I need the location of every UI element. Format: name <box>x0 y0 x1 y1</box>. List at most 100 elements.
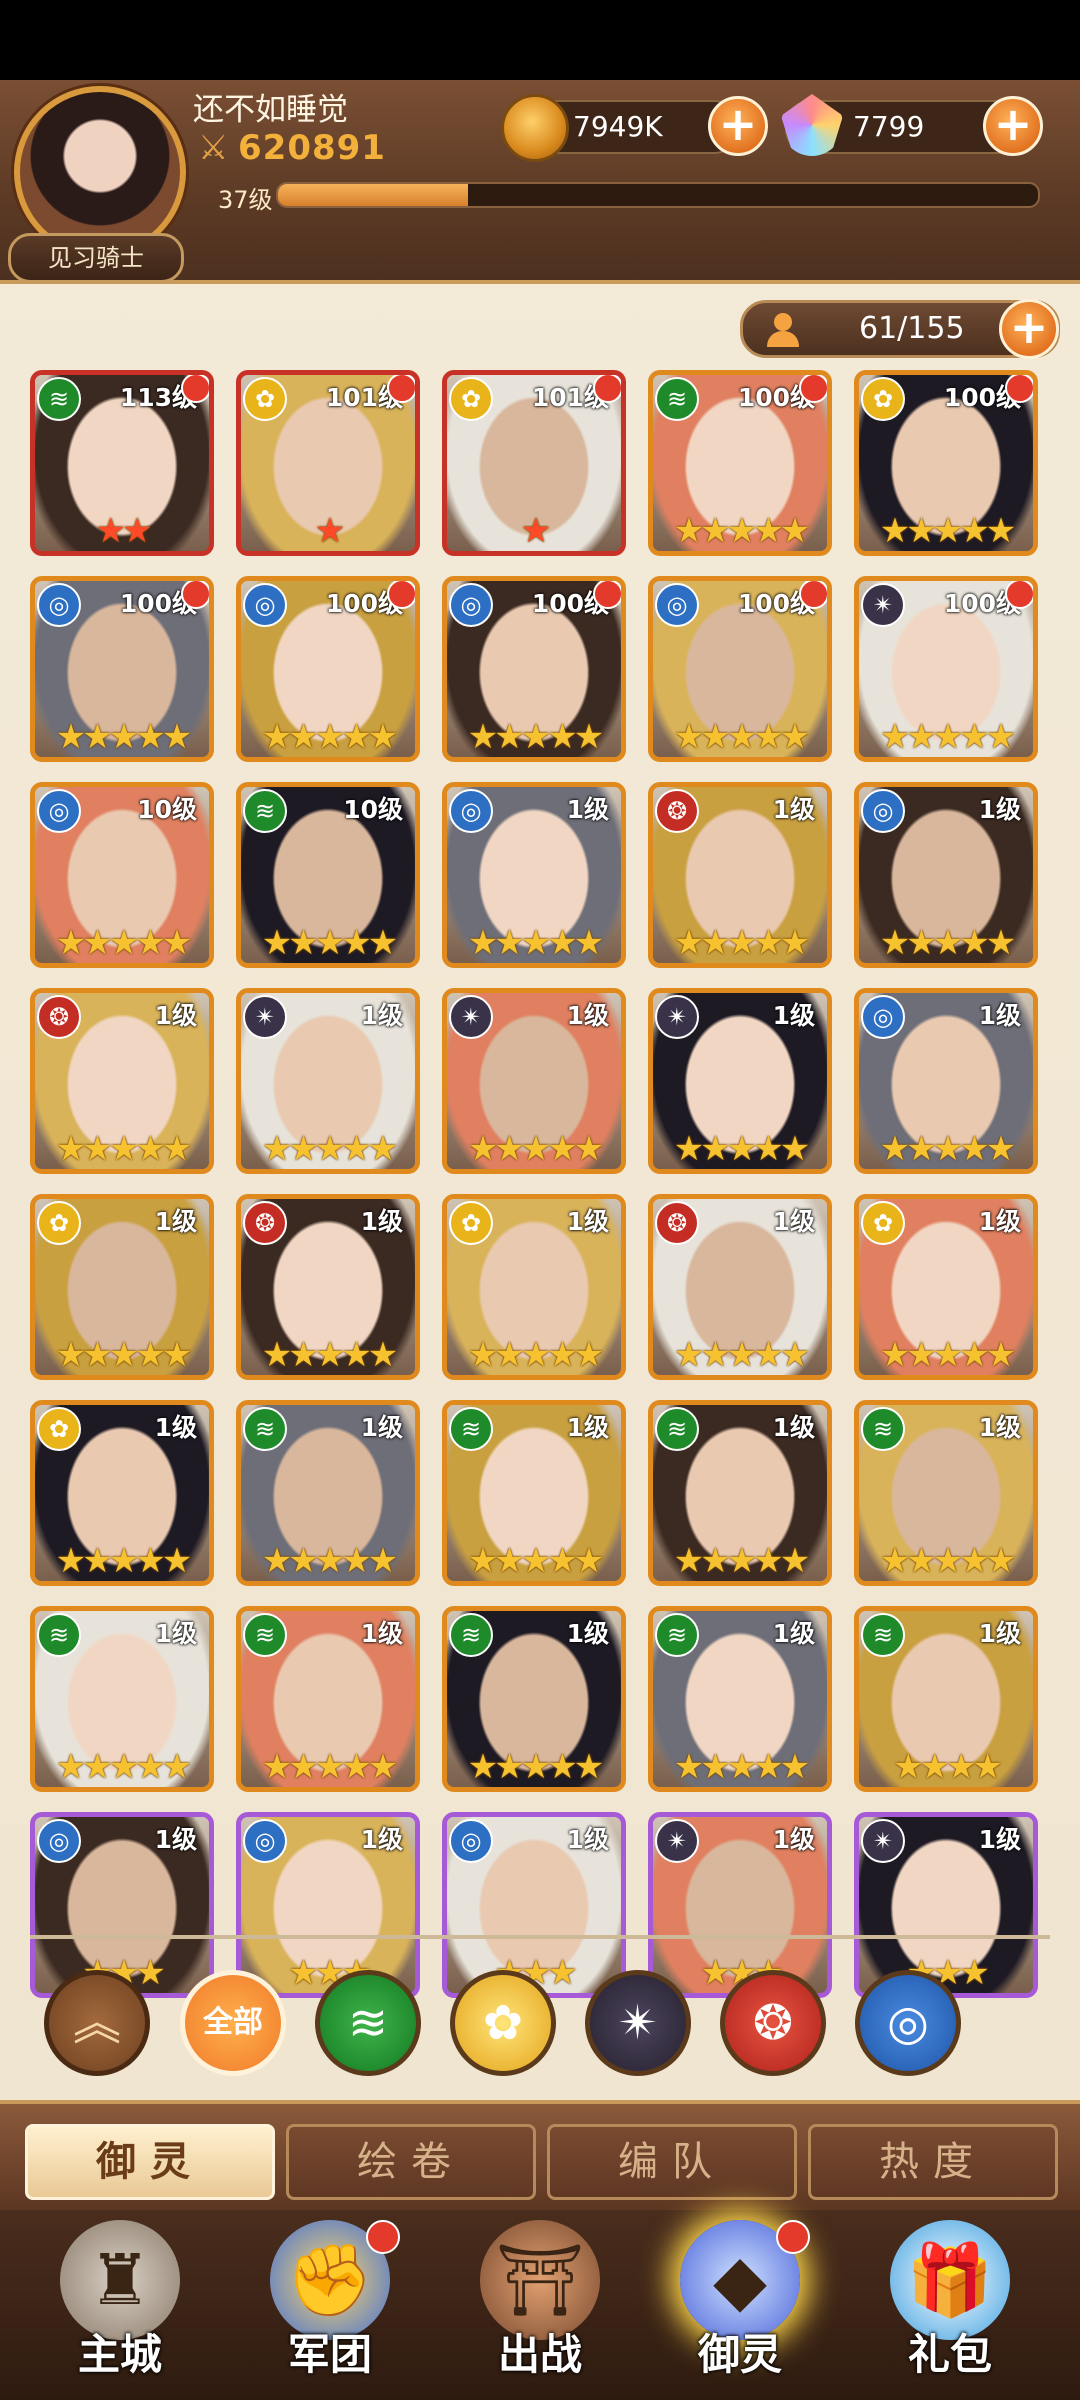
star-rating: ★★★★★ <box>55 1129 192 1169</box>
notification-dot <box>1005 375 1033 403</box>
hero-card[interactable]: ✴ 100级 ★★★★★ <box>854 576 1038 762</box>
hero-card[interactable]: ✿ 1级 ★★★★★ <box>442 1194 626 1380</box>
hero-card[interactable]: ≋ 1级 ★★★★★ <box>236 1606 420 1792</box>
tab-formation[interactable]: 编队 <box>547 2124 797 2200</box>
star-rating: ★★★★★ <box>467 1541 604 1581</box>
element-filter-row: ︽ 全部 ≋ ✿ ✴ ❂ ◎ <box>0 1935 1080 2095</box>
nav-label: 军团 <box>287 2330 372 2379</box>
dark-element-icon: ✴ <box>655 995 699 1039</box>
hero-card[interactable]: ≋ 1级 ★★★★★ <box>442 1400 626 1586</box>
hero-level: 1级 <box>566 1207 609 1236</box>
fire-element-icon: ❂ <box>655 789 699 833</box>
star-rating: ★★★★★ <box>879 1335 1016 1375</box>
star-rating: ★★★★★ <box>261 1129 398 1169</box>
hero-level: 1级 <box>978 1825 1021 1854</box>
nav-label: 出战 <box>497 2330 582 2379</box>
hero-card[interactable]: ◎ 1级 ★★★★★ <box>854 988 1038 1174</box>
hero-level: 1级 <box>154 1413 197 1442</box>
hero-card[interactable]: ≋ 1级 ★★★★★ <box>648 1606 832 1792</box>
hero-card[interactable]: ≋ 10级 ★★★★★ <box>236 782 420 968</box>
hero-card[interactable]: ≋ 1级 ★★★★★ <box>30 1606 214 1792</box>
tab-popularity[interactable]: 热度 <box>808 2124 1058 2200</box>
filter-fire-element-icon[interactable]: ❂ <box>720 1970 826 2076</box>
hero-card[interactable]: ❂ 1级 ★★★★★ <box>648 1194 832 1380</box>
hero-card[interactable]: ≋ 1级 ★★★★★ <box>854 1400 1038 1586</box>
notification-dot <box>387 375 415 403</box>
hero-card[interactable]: ✿ 100级 ★★★★★ <box>854 370 1038 556</box>
nav-yuling[interactable]: ◆ 御灵 <box>640 2210 840 2400</box>
notification-dot <box>181 375 209 403</box>
nav-battle[interactable]: ⛩ 出战 <box>440 2210 640 2400</box>
star-rating: ★★★★★ <box>673 511 810 551</box>
hero-card[interactable]: ✴ 1级 ★★★★★ <box>648 988 832 1174</box>
player-header: 见习骑士 还不如睡觉 ⚔ 620891 37级 7949K + 7799 + <box>0 80 1080 284</box>
hero-card[interactable]: ≋ 113级 ★★ <box>30 370 214 556</box>
star-rating: ★★★★★ <box>55 1335 192 1375</box>
add-gold-button[interactable]: + <box>708 96 768 156</box>
hero-card[interactable]: ◎ 100级 ★★★★★ <box>442 576 626 762</box>
nav-gift-pack[interactable]: 🎁 礼包 <box>850 2210 1050 2400</box>
hero-level: 1级 <box>566 795 609 824</box>
star-rating: ★★★★★ <box>261 1541 398 1581</box>
hero-card[interactable]: ≋ 1级 ★★★★★ <box>442 1606 626 1792</box>
star-rating: ★★★★★ <box>467 923 604 963</box>
filter-all-button[interactable]: 全部 <box>180 1970 286 2076</box>
hero-card[interactable]: ✴ 1级 ★★★★★ <box>236 988 420 1174</box>
star-rating: ★★★★★ <box>673 717 810 757</box>
gold-coin-icon <box>501 94 569 162</box>
star-rating: ★★★★★ <box>55 717 192 757</box>
filter-water-element-icon[interactable]: ◎ <box>855 1970 961 2076</box>
hero-card[interactable]: ✿ 1级 ★★★★★ <box>854 1194 1038 1380</box>
nav-main-city[interactable]: ♜ 主城 <box>20 2210 220 2400</box>
water-element-icon: ◎ <box>243 1819 287 1863</box>
filter-light-element-icon[interactable]: ✿ <box>450 1970 556 2076</box>
hero-card[interactable]: ✿ 101级 ★ <box>442 370 626 556</box>
gem-value: 7799 <box>853 110 925 143</box>
tab-yuling[interactable]: 御灵 <box>25 2124 275 2200</box>
hero-card[interactable]: ≋ 1级 ★★★★★ <box>236 1400 420 1586</box>
wind-element-icon: ≋ <box>243 789 287 833</box>
hero-card[interactable]: ≋ 1级 ★★★★★ <box>648 1400 832 1586</box>
hero-card[interactable]: ❂ 1级 ★★★★★ <box>236 1194 420 1380</box>
tab-huijuan[interactable]: 绘卷 <box>286 2124 536 2200</box>
hero-card[interactable]: ≋ 100级 ★★★★★ <box>648 370 832 556</box>
star-rating: ★★★★★ <box>467 1747 604 1787</box>
add-gems-button[interactable]: + <box>983 96 1043 156</box>
fire-element-icon: ❂ <box>655 1201 699 1245</box>
hero-card[interactable]: ◎ 1级 ★★★★★ <box>442 782 626 968</box>
hero-card[interactable]: ✿ 1级 ★★★★★ <box>30 1400 214 1586</box>
filter-wind-element-icon[interactable]: ≋ <box>315 1970 421 2076</box>
star-rating: ★★★★★ <box>261 1335 398 1375</box>
bottom-navigation: ♜ 主城 ✊ 军团 ⛩ 出战 ◆ 御灵 🎁 礼包 <box>0 2210 1080 2400</box>
hero-card[interactable]: ◎ 10级 ★★★★★ <box>30 782 214 968</box>
hero-level: 1级 <box>772 1207 815 1236</box>
star-rating: ★ <box>520 511 551 551</box>
filter-dark-element-icon[interactable]: ✴ <box>585 1970 691 2076</box>
hero-card[interactable]: ≋ 1级 ★★★★ <box>854 1606 1038 1792</box>
hero-card[interactable]: ✿ 101级 ★ <box>236 370 420 556</box>
hero-level: 10级 <box>137 795 197 824</box>
dark-element-icon: ✴ <box>243 995 287 1039</box>
hero-card[interactable]: ◎ 1级 ★★★★★ <box>854 782 1038 968</box>
expand-roster-button[interactable]: + <box>999 299 1059 359</box>
hero-level: 1级 <box>154 1207 197 1236</box>
star-rating: ★★★★★ <box>673 1129 810 1169</box>
hero-level: 1级 <box>360 1413 403 1442</box>
hero-level: 1级 <box>978 795 1021 824</box>
hero-card[interactable]: ❂ 1级 ★★★★★ <box>30 988 214 1174</box>
star-rating: ★★★★★ <box>55 1747 192 1787</box>
hero-level: 1级 <box>772 1413 815 1442</box>
dark-element-icon: ✴ <box>449 995 493 1039</box>
wind-element-icon: ≋ <box>655 377 699 421</box>
wind-element-icon: ≋ <box>449 1407 493 1451</box>
hero-card[interactable]: ❂ 1级 ★★★★★ <box>648 782 832 968</box>
hero-card[interactable]: ✴ 1级 ★★★★★ <box>442 988 626 1174</box>
star-rating: ★★★★★ <box>879 1129 1016 1169</box>
collapse-chevron-up-icon[interactable]: ︽ <box>44 1970 150 2076</box>
hero-card[interactable]: ◎ 100级 ★★★★★ <box>236 576 420 762</box>
hero-card[interactable]: ✿ 1级 ★★★★★ <box>30 1194 214 1380</box>
hero-card[interactable]: ◎ 100级 ★★★★★ <box>648 576 832 762</box>
nav-legion[interactable]: ✊ 军团 <box>230 2210 430 2400</box>
hero-level: 1级 <box>566 1001 609 1030</box>
hero-card[interactable]: ◎ 100级 ★★★★★ <box>30 576 214 762</box>
